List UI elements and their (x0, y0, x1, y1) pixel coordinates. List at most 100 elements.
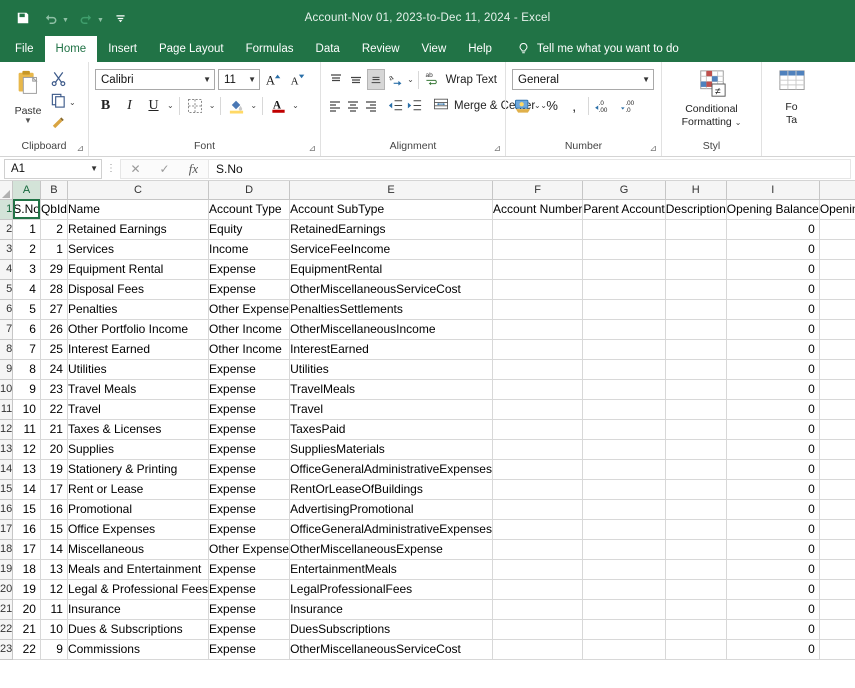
cell-I9[interactable]: 0 (726, 359, 820, 380)
cell-C23[interactable]: Commissions (67, 639, 210, 660)
cell-H7[interactable] (665, 319, 727, 340)
cell-C21[interactable]: Insurance (67, 599, 210, 620)
format-painter-icon[interactable] (50, 114, 67, 136)
cell-I19[interactable]: 0 (726, 559, 820, 580)
cell-H6[interactable] (665, 299, 727, 320)
fill-color-icon[interactable] (226, 95, 247, 116)
cell-F6[interactable] (492, 299, 584, 320)
cell-D13[interactable]: Expense (208, 439, 291, 460)
cell-E1[interactable]: Account SubType (289, 199, 493, 220)
cell-H15[interactable] (665, 479, 727, 500)
cell-C16[interactable]: Promotional (67, 499, 210, 520)
cell-G7[interactable] (582, 319, 666, 340)
cell-C7[interactable]: Other Portfolio Income (67, 319, 210, 340)
increase-font-size-button[interactable]: A (263, 69, 284, 90)
cell-H21[interactable] (665, 599, 727, 620)
cell-D21[interactable]: Expense (208, 599, 291, 620)
cancel-icon[interactable]: ✕ (121, 160, 150, 178)
select-all-corner[interactable] (0, 181, 14, 200)
cell-H12[interactable] (665, 419, 727, 440)
cell-I7[interactable]: 0 (726, 319, 820, 340)
cell-B15[interactable]: 17 (40, 479, 68, 500)
cell-J6[interactable] (819, 299, 855, 320)
column-header-c[interactable]: C (67, 181, 210, 200)
cell-D14[interactable]: Expense (208, 459, 291, 480)
name-box[interactable]: A1 ▼ (4, 158, 102, 179)
italic-button[interactable]: I (119, 95, 140, 116)
cell-I13[interactable]: 0 (726, 439, 820, 460)
cell-J8[interactable] (819, 339, 855, 360)
cell-G10[interactable] (582, 379, 666, 400)
cell-D3[interactable]: Income (208, 239, 291, 260)
cell-I11[interactable]: 0 (726, 399, 820, 420)
cell-F12[interactable] (492, 419, 584, 440)
cell-F22[interactable] (492, 619, 584, 640)
cell-H18[interactable] (665, 539, 727, 560)
row-header-14[interactable]: 14 (0, 459, 14, 480)
cell-B12[interactable]: 21 (40, 419, 68, 440)
cell-J2[interactable] (819, 219, 855, 240)
cell-A19[interactable]: 18 (12, 559, 41, 580)
cell-H8[interactable] (665, 339, 727, 360)
cell-G22[interactable] (582, 619, 666, 640)
cell-I22[interactable]: 0 (726, 619, 820, 640)
undo-dropdown-icon[interactable]: ▼ (62, 5, 69, 31)
cell-H19[interactable] (665, 559, 727, 580)
cell-D12[interactable]: Expense (208, 419, 291, 440)
cell-A21[interactable]: 20 (12, 599, 41, 620)
cell-E12[interactable]: TaxesPaid (289, 419, 493, 440)
paste-dropdown-icon[interactable]: ▼ (24, 117, 32, 125)
insert-function-icon[interactable]: fx (179, 160, 208, 178)
align-middle-icon[interactable] (347, 69, 365, 90)
cell-C14[interactable]: Stationery & Printing (67, 459, 210, 480)
cell-F11[interactable] (492, 399, 584, 420)
cell-E16[interactable]: AdvertisingPromotional (289, 499, 493, 520)
cell-A7[interactable]: 6 (12, 319, 41, 340)
row-header-20[interactable]: 20 (0, 579, 14, 600)
cell-G12[interactable] (582, 419, 666, 440)
cell-I12[interactable]: 0 (726, 419, 820, 440)
tab-view[interactable]: View (411, 36, 458, 62)
cell-B20[interactable]: 12 (40, 579, 68, 600)
cell-I20[interactable]: 0 (726, 579, 820, 600)
redo-dropdown-icon[interactable]: ▼ (97, 5, 104, 31)
cell-B17[interactable]: 15 (40, 519, 68, 540)
font-dialog-launcher-icon[interactable]: ⊿ (308, 143, 316, 154)
cell-E17[interactable]: OfficeGeneralAdministrativeExpenses (289, 519, 493, 540)
cell-D16[interactable]: Expense (208, 499, 291, 520)
alignment-dialog-launcher-icon[interactable]: ⊿ (493, 143, 501, 154)
cell-G3[interactable] (582, 239, 666, 260)
cell-F9[interactable] (492, 359, 584, 380)
tab-data[interactable]: Data (305, 36, 351, 62)
cell-E8[interactable]: InterestEarned (289, 339, 493, 360)
cell-B21[interactable]: 11 (40, 599, 68, 620)
cell-E22[interactable]: DuesSubscriptions (289, 619, 493, 640)
cell-I16[interactable]: 0 (726, 499, 820, 520)
conditional-formatting-button[interactable]: ≠ Conditional Formatting ⌄ (668, 67, 755, 129)
row-header-5[interactable]: 5 (0, 279, 14, 300)
undo-icon[interactable] (38, 5, 64, 31)
cell-F4[interactable] (492, 259, 584, 280)
row-header-19[interactable]: 19 (0, 559, 14, 580)
cell-C5[interactable]: Disposal Fees (67, 279, 210, 300)
cell-H1[interactable]: Description (665, 199, 727, 220)
wrap-text-button[interactable]: ab Wrap Text (423, 69, 499, 90)
customize-quick-access-toolbar-icon[interactable] (108, 5, 134, 31)
cell-C11[interactable]: Travel (67, 399, 210, 420)
cell-F17[interactable] (492, 519, 584, 540)
cell-I14[interactable]: 0 (726, 459, 820, 480)
row-header-18[interactable]: 18 (0, 539, 14, 560)
cell-G23[interactable] (582, 639, 666, 660)
row-header-23[interactable]: 23 (0, 639, 14, 660)
row-header-4[interactable]: 4 (0, 259, 14, 280)
cell-H17[interactable] (665, 519, 727, 540)
cell-B7[interactable]: 26 (40, 319, 68, 340)
cell-I3[interactable]: 0 (726, 239, 820, 260)
column-header-i[interactable]: I (726, 181, 820, 200)
row-header-10[interactable]: 10 (0, 379, 14, 400)
cell-C13[interactable]: Supplies (67, 439, 210, 460)
cell-C12[interactable]: Taxes & Licenses (67, 419, 210, 440)
cell-G15[interactable] (582, 479, 666, 500)
cell-B6[interactable]: 27 (40, 299, 68, 320)
cell-F2[interactable] (492, 219, 584, 240)
